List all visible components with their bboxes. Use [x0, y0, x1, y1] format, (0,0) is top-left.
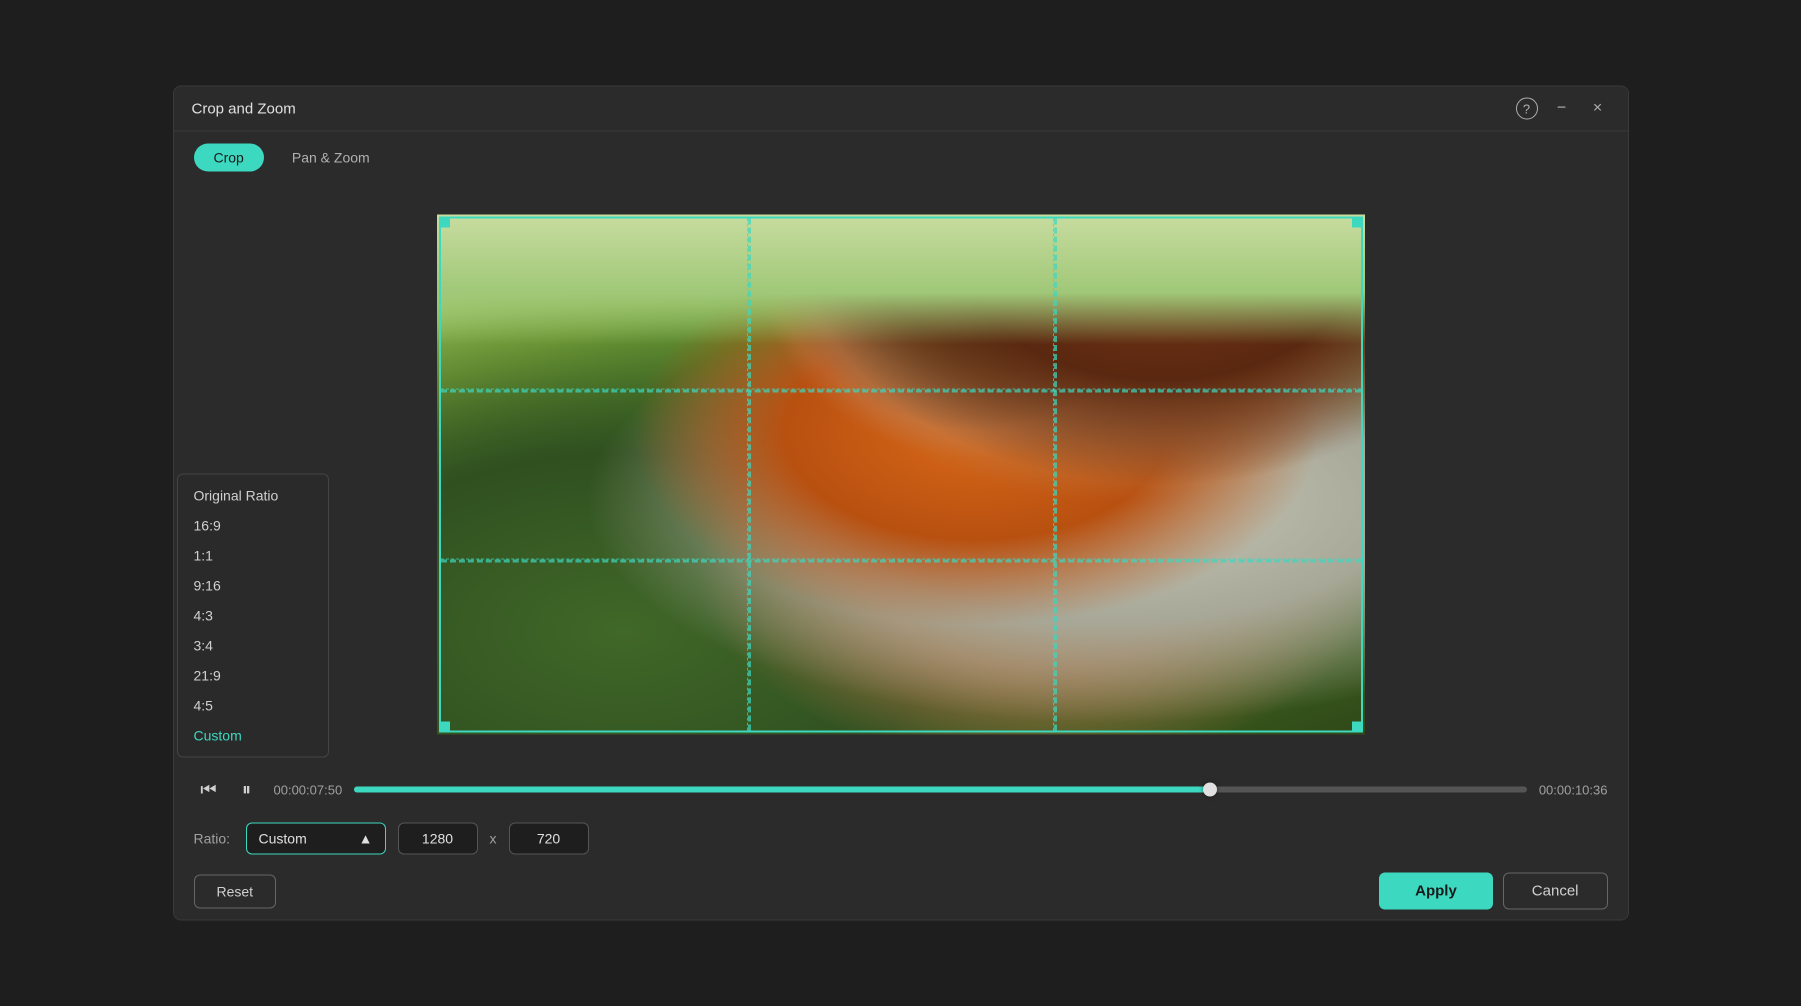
progress-bar[interactable] — [354, 787, 1527, 793]
photo-scene — [437, 214, 1365, 734]
progress-thumb[interactable] — [1203, 783, 1217, 797]
tab-crop[interactable]: Crop — [194, 144, 264, 172]
dropdown-item-3-4[interactable]: 3:4 — [178, 631, 328, 661]
height-input[interactable] — [509, 823, 589, 855]
photo-people-layer — [437, 214, 1365, 734]
minimize-icon: − — [1557, 100, 1566, 118]
x-separator: x — [490, 831, 497, 847]
dropdown-item-9-16[interactable]: 9:16 — [178, 571, 328, 601]
cancel-button[interactable]: Cancel — [1503, 873, 1608, 910]
pause-icon: ⏸ — [242, 779, 251, 800]
end-time-label: 00:00:10:36 — [1539, 782, 1608, 797]
tab-row: Crop Pan & Zoom — [174, 132, 1628, 184]
ratio-select-button[interactable]: Custom ▲ — [246, 823, 386, 855]
ratio-label: Ratio: — [194, 831, 234, 847]
ratio-selected-value: Custom — [259, 831, 307, 847]
ratio-dropdown-panel: Original Ratio 16:9 1:1 9:16 4:3 3:4 — [177, 474, 329, 758]
playback-bar: ⏮ ⏸ 00:00:07:50 00:00:10:36 — [194, 765, 1608, 815]
crop-zoom-dialog: Crop and Zoom ? − × Crop Pan & Zoom — [173, 86, 1629, 921]
dropdown-item-4-3[interactable]: 4:3 — [178, 601, 328, 631]
bottom-section: ⏮ ⏸ 00:00:07:50 00:00:10:36 Ratio: Custo… — [174, 765, 1628, 920]
title-bar: Crop and Zoom ? − × — [174, 87, 1628, 132]
minimize-button[interactable]: − — [1550, 97, 1574, 121]
start-time-label: 00:00:07:50 — [274, 782, 343, 797]
main-content: Original Ratio 16:9 1:1 9:16 4:3 3:4 — [174, 184, 1628, 765]
dropdown-item-4-5[interactable]: 4:5 — [178, 691, 328, 721]
close-button[interactable]: × — [1586, 97, 1610, 121]
dropdown-item-16-9[interactable]: 16:9 — [178, 511, 328, 541]
ratio-select-container: Custom ▲ — [246, 823, 386, 855]
help-button[interactable]: ? — [1516, 98, 1538, 120]
canvas-area: Original Ratio 16:9 1:1 9:16 4:3 3:4 — [174, 184, 1628, 765]
dropdown-item-original-ratio[interactable]: Original Ratio — [178, 481, 328, 511]
reset-button[interactable]: Reset — [194, 874, 277, 908]
play-controls: ⏮ ⏸ — [194, 775, 262, 805]
width-input[interactable] — [398, 823, 478, 855]
right-buttons: Apply Cancel — [1379, 873, 1607, 910]
dialog-title: Crop and Zoom — [192, 100, 296, 117]
close-icon: × — [1593, 100, 1602, 118]
help-icon: ? — [1523, 101, 1530, 116]
pause-button[interactable]: ⏸ — [232, 775, 262, 805]
tab-pan-zoom[interactable]: Pan & Zoom — [272, 144, 390, 172]
progress-fill — [354, 787, 1210, 793]
ratio-row: Ratio: Custom ▲ x — [194, 815, 1608, 863]
apply-button[interactable]: Apply — [1379, 873, 1493, 910]
action-row: Reset Apply Cancel — [194, 863, 1608, 920]
rewind-icon: ⏮ — [200, 779, 216, 800]
rewind-button[interactable]: ⏮ — [194, 775, 224, 805]
video-container — [437, 214, 1365, 734]
dropdown-item-custom[interactable]: Custom — [178, 721, 328, 751]
dropdown-item-21-9[interactable]: 21:9 — [178, 661, 328, 691]
chevron-up-icon: ▲ — [359, 831, 373, 847]
dropdown-item-1-1[interactable]: 1:1 — [178, 541, 328, 571]
title-controls: ? − × — [1516, 97, 1610, 121]
